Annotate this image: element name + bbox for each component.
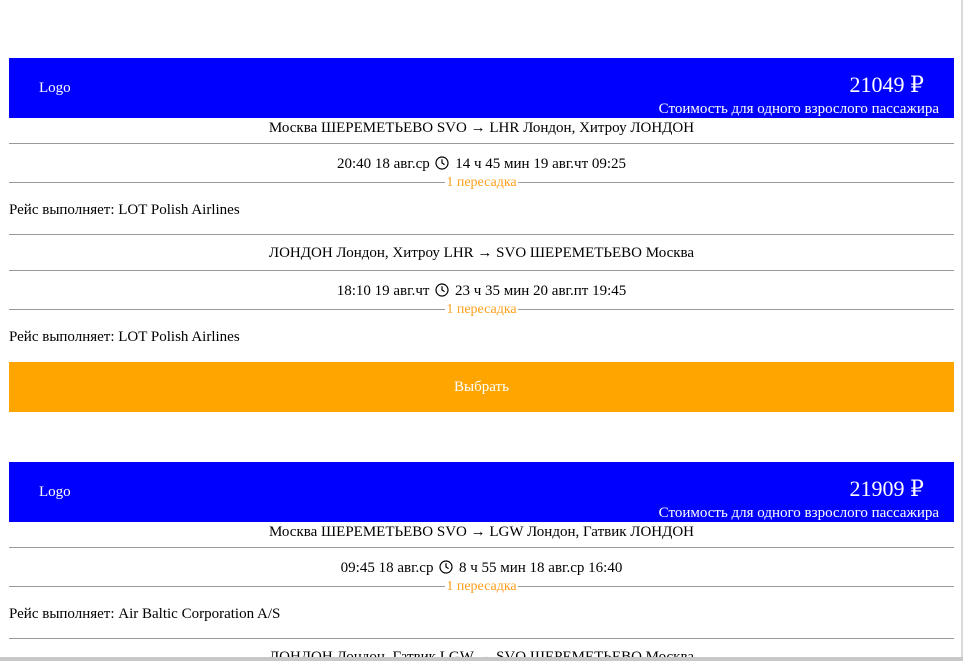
airline-logo: Logo: [39, 80, 71, 96]
clock-icon: [435, 156, 450, 170]
clock-icon: [435, 283, 449, 297]
outbound-route: Москва ШЕРЕМЕТЬЕВО SVO → LHR Лондон, Хит…: [9, 118, 954, 144]
airline-logo: Logo: [39, 484, 71, 500]
transfer-count: 1 пересадка: [445, 302, 518, 317]
flight-duration: 14 ч 45 мин 19 авг.чт 09:25: [455, 156, 627, 172]
search-results-page: Logo 21049 ₽ Стоимость для одного взросл…: [0, 0, 963, 661]
select-ticket-button[interactable]: Выбрать: [9, 362, 954, 412]
departure-time: 20:40 18 авг.ср: [336, 156, 430, 172]
price-note: Стоимость для одного взрослого пассажира: [658, 101, 939, 117]
bottom-bar: [0, 657, 963, 661]
departure-time: 09:45 18 авг.ср: [340, 560, 434, 576]
clock-icon: [439, 560, 453, 574]
outbound-times: 20:40 18 авг.ср 14 ч 45 мин 19 авг.чт 09…: [9, 144, 954, 190]
departure-time: 18:10 19 авг.чт: [336, 283, 430, 299]
ticket-card: Logo 21909 ₽ Стоимость для одного взросл…: [9, 462, 954, 661]
price-note: Стоимость для одного взрослого пассажира: [658, 505, 939, 521]
outbound-times: 09:45 18 авг.ср 8 ч 55 мин 18 авг.ср 16:…: [9, 548, 954, 594]
ticket-header: Logo 21049 ₽ Стоимость для одного взросл…: [9, 58, 954, 118]
ticket-price: 21049 ₽: [849, 72, 925, 97]
flight-duration: 8 ч 55 мин 18 авг.ср 16:40: [458, 560, 623, 576]
ticket-card: Logo 21049 ₽ Стоимость для одного взросл…: [9, 58, 954, 412]
outbound-route: Москва ШЕРЕМЕТЬЕВО SVO → LGW Лондон, Гат…: [9, 522, 954, 548]
transfer-count: 1 пересадка: [445, 175, 518, 190]
flight-duration: 23 ч 35 мин 20 авг.пт 19:45: [454, 283, 627, 299]
transfer-count: 1 пересадка: [445, 579, 518, 594]
ticket-header: Logo 21909 ₽ Стоимость для одного взросл…: [9, 462, 954, 522]
inbound-times: 18:10 19 авг.чт 23 ч 35 мин 20 авг.пт 19…: [9, 271, 954, 317]
ticket-price: 21909 ₽: [849, 476, 925, 501]
inbound-route: ЛОНДОН Лондон, Хитроу LHR → SVO ШЕРЕМЕТЬ…: [9, 235, 954, 271]
